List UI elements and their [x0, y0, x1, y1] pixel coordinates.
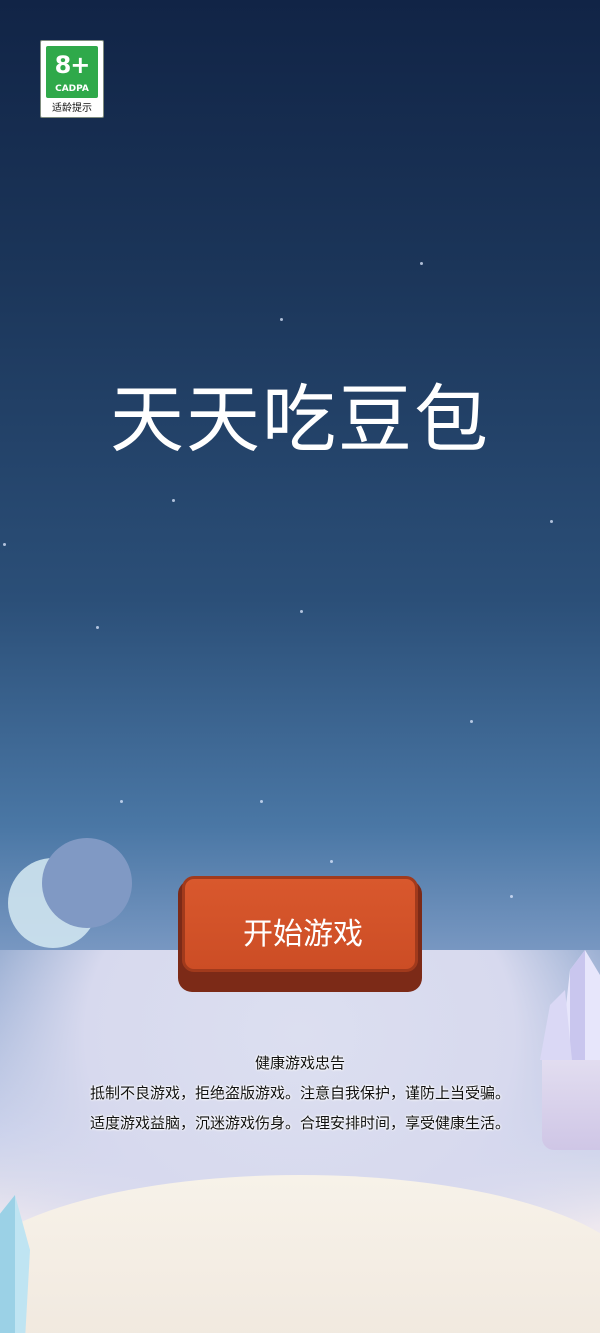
game-start-screen: 8+ CADPA 适龄提示 天天吃豆包 开始游戏 健康游戏忠告 抵制不良游戏，拒…: [0, 0, 600, 1333]
ground: [0, 1175, 600, 1333]
notice-line-1: 抵制不良游戏，拒绝盗版游戏。注意自我保护，谨防上当受骗。: [89, 1084, 510, 1102]
age-rating-badge: 8+ CADPA 适龄提示: [40, 40, 104, 118]
crystal-icon: [540, 950, 600, 1060]
notice-heading: 健康游戏忠告: [254, 1054, 345, 1072]
rating-org: CADPA: [55, 84, 89, 94]
game-title: 天天吃豆包: [110, 377, 490, 463]
start-game-label: 开始游戏: [243, 917, 363, 952]
notice-line-2: 适度游戏益脑，沉迷游戏伤身。合理安排时间，享受健康生活。: [89, 1114, 510, 1132]
age-tip-label: 适龄提示: [52, 103, 92, 114]
crystal-icon: [0, 1195, 30, 1333]
health-gaming-notice: 健康游戏忠告 抵制不良游戏，拒绝盗版游戏。注意自我保护，谨防上当受骗。 适度游戏…: [0, 1048, 600, 1138]
age-rating: 8+: [54, 51, 91, 79]
start-game-button[interactable]: 开始游戏: [178, 872, 422, 992]
